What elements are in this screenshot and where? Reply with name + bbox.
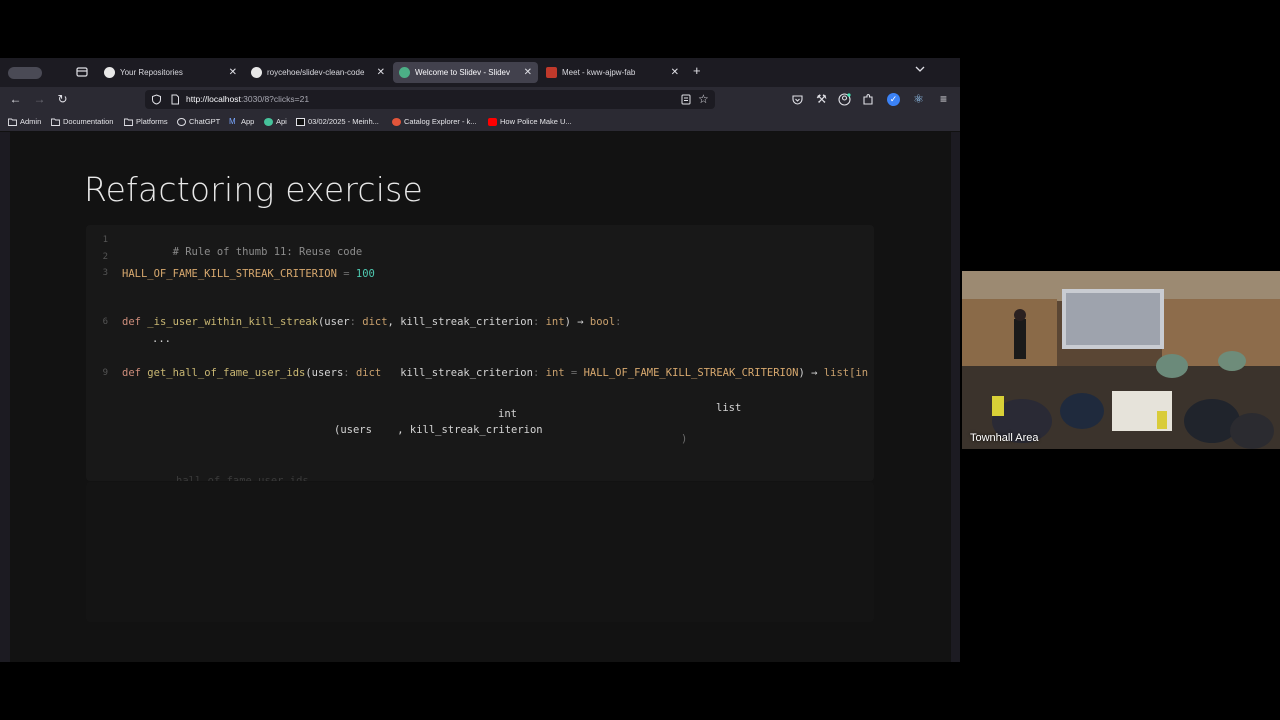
reader-view-icon[interactable] [681,94,691,105]
navigation-toolbar: ← → ↻ http://localhost:3030/8?clicks=21 … [0,87,960,112]
line-number: 1 [102,235,108,245]
extensions-icon[interactable] [862,93,875,106]
close-icon[interactable]: ✕ [229,62,237,83]
faded-code-block [86,482,874,622]
bookmark-admin[interactable]: Admin [8,116,41,128]
video-label: Townhall Area [970,432,1039,444]
code-line-1: # Rule of thumb 11: Reuse code [172,246,363,258]
page-icon [296,118,305,126]
bookmark-catalog-explorer[interactable]: Catalog Explorer - k... [392,116,477,128]
back-arrow-icon[interactable]: ← [9,93,22,106]
github-icon [251,67,262,78]
line-number: 6 [102,317,108,327]
tab-label: Meet - kww-ajpw-fab [562,68,636,77]
bookmark-documentation[interactable]: Documentation [51,116,113,128]
firefox-view-icon[interactable] [76,66,88,78]
folder-icon [51,118,60,126]
code-line-6: def _is_user_within_kill_streak(user: di… [122,316,622,328]
tab-label: Welcome to Slidev - Slidev [415,68,510,77]
video-frame [962,271,1280,449]
api-icon [264,118,273,126]
ghost-line: hall_of_fame_user_ids [176,475,309,481]
account-icon[interactable] [838,93,851,106]
bookmarks-toolbar: Admin Documentation Platforms ChatGPT M … [0,112,960,132]
forward-arrow-icon[interactable]: → [33,93,46,106]
bookmark-meinh[interactable]: 03/02/2025 - Meinh... [296,116,379,128]
close-icon[interactable]: ✕ [377,62,385,83]
code-block: 1 2 3 6 9 # Rule of thumb 11: Reuse code… [86,225,874,481]
bookmark-platforms[interactable]: Platforms [124,116,168,128]
tab-meet[interactable]: Meet - kww-ajpw-fab ✕ [540,62,685,83]
catalog-icon [392,118,401,126]
tab-label: Your Repositories [120,68,183,77]
floating-int: int [498,408,517,420]
youtube-icon [488,118,497,126]
code-line-7: ... [152,333,171,345]
close-icon[interactable]: ✕ [671,62,679,83]
pocket-icon[interactable] [791,93,804,106]
chatgpt-icon [177,118,186,126]
close-icon[interactable]: ✕ [524,62,532,83]
browser-window: Your Repositories ✕ roycehoe/slidev-clea… [0,58,960,662]
wrench-icon[interactable]: ⚒ [815,93,828,106]
github-icon [104,67,115,78]
meet-icon [546,67,557,78]
code-line-9: def get_hall_of_fame_user_ids(users: dic… [122,367,869,379]
floating-list: list [716,402,742,414]
bookmark-api[interactable]: Api [264,116,287,128]
chevron-down-icon[interactable] [915,64,925,74]
floating-paren: ) [681,433,688,445]
folder-icon [124,118,133,126]
line-number: 3 [102,268,108,278]
tab-label: roycehoe/slidev-clean-code [267,68,365,77]
shield-icon[interactable] [151,94,162,105]
floating-call: (users , kill_streak_criterion [334,424,543,436]
menu-icon[interactable]: ≡ [937,93,950,106]
extension-blue-icon[interactable]: ✓ [887,93,900,106]
bookmark-app[interactable]: M App [229,116,254,128]
page-icon[interactable] [170,94,180,105]
slide-title: Refactoring exercise [84,170,423,209]
line-number: 2 [102,252,108,262]
url-text: http://localhost:3030/8?clicks=21 [186,94,310,104]
code-line-3: HALL_OF_FAME_KILL_STREAK_CRITERION = 100 [122,268,375,280]
folder-icon [8,118,17,126]
slidev-icon [399,67,410,78]
tab-slidev-clean-code[interactable]: roycehoe/slidev-clean-code ✕ [245,62,391,83]
new-tab-button[interactable]: + [693,63,701,78]
bookmark-how-police[interactable]: How Police Make U... [488,116,572,128]
app-icon: M [229,117,236,126]
url-bar[interactable]: http://localhost:3030/8?clicks=21 ☆ [145,90,715,109]
line-number: 9 [102,368,108,378]
tab-welcome-slidev[interactable]: Welcome to Slidev - Slidev ✕ [393,62,538,83]
slide: Refactoring exercise 1 2 3 6 9 # Rule of… [10,132,951,662]
bookmark-chatgpt[interactable]: ChatGPT [177,116,220,128]
tab-your-repositories[interactable]: Your Repositories ✕ [98,62,243,83]
video-feed[interactable]: Townhall Area [962,271,1280,449]
reload-icon[interactable]: ↻ [56,93,69,106]
profile-pill[interactable] [8,67,42,79]
bookmark-star-icon[interactable]: ☆ [698,90,709,109]
tab-bar: Your Repositories ✕ roycehoe/slidev-clea… [0,58,960,87]
react-devtools-icon[interactable]: ⚛ [912,93,925,106]
